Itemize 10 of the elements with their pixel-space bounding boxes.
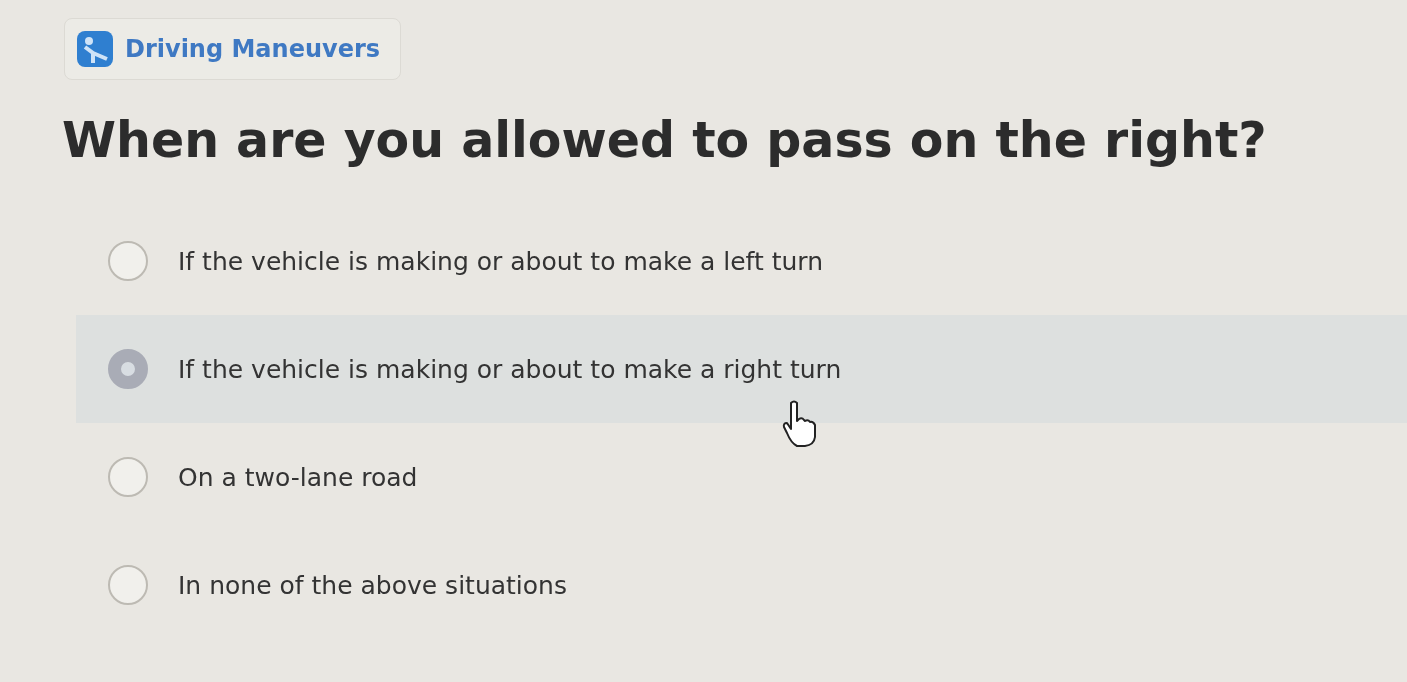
radio-button[interactable] (108, 349, 148, 389)
radio-button[interactable] (108, 241, 148, 281)
answer-option[interactable]: If the vehicle is making or about to make a left turn (178, 246, 824, 276)
answer-option[interactable]: If the vehicle is making or about to make a right turn (178, 354, 842, 384)
answer-option[interactable]: In none of the above situations (178, 570, 567, 600)
answer-option[interactable]: On a two-lane road (178, 462, 418, 492)
radio-button[interactable] (108, 565, 148, 605)
category-label: Driving Maneuvers (125, 35, 381, 63)
question-title: When are you allowed to pass on the right? (62, 112, 1268, 169)
radio-button[interactable] (108, 457, 148, 497)
